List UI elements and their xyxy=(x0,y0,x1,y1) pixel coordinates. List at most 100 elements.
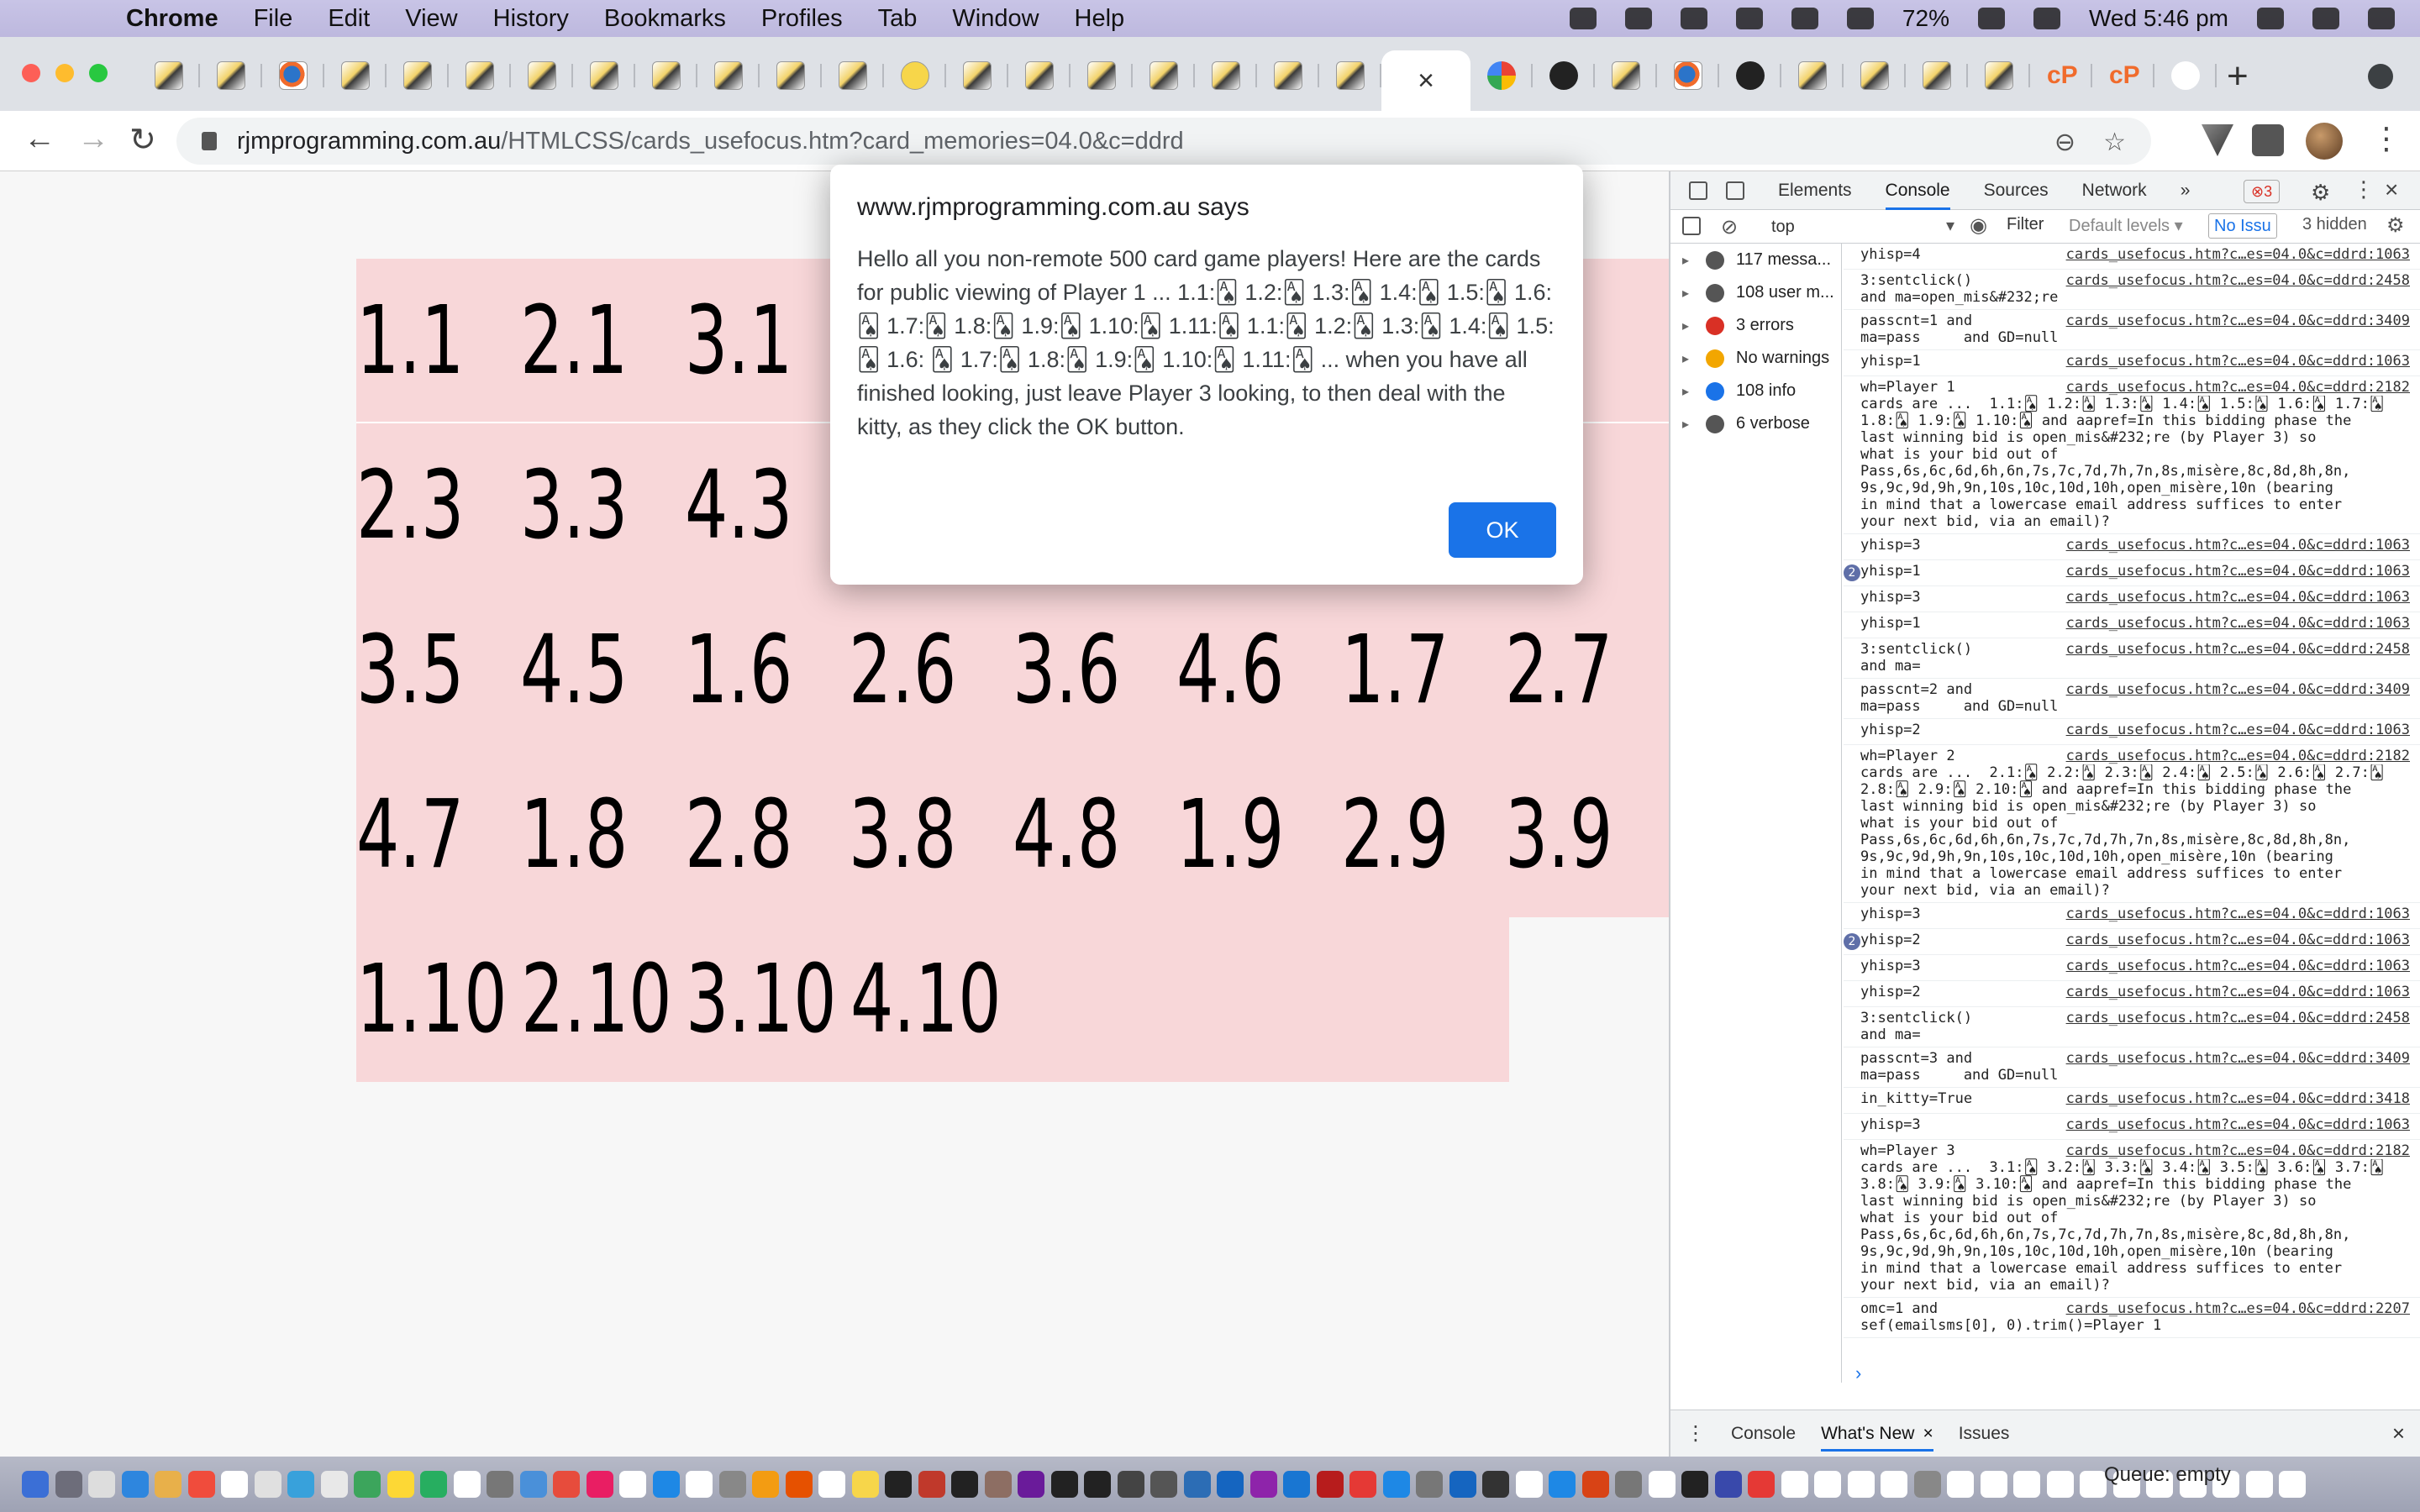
reload-icon[interactable]: ↻ xyxy=(129,121,156,159)
console-sidebar-item[interactable]: ▸ 117 messa... xyxy=(1670,244,1841,276)
device-toolbar-icon[interactable] xyxy=(1726,181,1744,200)
source-link[interactable]: cards_usefocus.htm?c…es=04.0&c=ddrd:1063 xyxy=(2062,722,2410,738)
dock-app-icon[interactable] xyxy=(1581,1471,1609,1498)
browser-tab[interactable] xyxy=(138,50,200,101)
dock-app-icon[interactable] xyxy=(1714,1471,1742,1498)
dock-app-icon[interactable] xyxy=(1018,1471,1044,1498)
card-label[interactable]: 1.7 xyxy=(1341,588,1460,753)
dock-app-icon[interactable] xyxy=(187,1471,215,1498)
dock-app-icon[interactable] xyxy=(519,1471,547,1498)
console-prompt[interactable]: › xyxy=(1844,1362,1861,1384)
expand-arrow-icon[interactable]: ▸ xyxy=(1682,383,1701,400)
menu-bookmarks[interactable]: Bookmarks xyxy=(604,5,726,33)
expand-arrow-icon[interactable]: ▸ xyxy=(1682,252,1701,269)
zoom-icon[interactable]: ⊖ xyxy=(2054,128,2075,157)
log-levels-dropdown[interactable]: Default levels ▾ xyxy=(2069,215,2183,236)
address-bar[interactable]: rjmprogramming.com.au/HTMLCSS/cards_usef… xyxy=(176,118,2151,165)
dock-app-icon[interactable] xyxy=(1416,1471,1443,1498)
browser-tab[interactable] xyxy=(1071,50,1133,101)
filter-input[interactable]: Filter xyxy=(2007,215,2044,234)
dock-app-icon[interactable] xyxy=(1150,1471,1177,1498)
dock-app-icon[interactable] xyxy=(55,1471,82,1498)
browser-tab[interactable] xyxy=(1657,50,1719,101)
dock-app-icon[interactable] xyxy=(752,1471,779,1498)
source-link[interactable]: cards_usefocus.htm?c…es=04.0&c=ddrd:2182 xyxy=(2062,748,2410,764)
dock-app-icon[interactable] xyxy=(984,1471,1012,1498)
dock-app-icon[interactable] xyxy=(420,1471,447,1498)
dock-app-icon[interactable] xyxy=(1183,1471,1211,1498)
context-selector[interactable]: top xyxy=(1765,215,1941,239)
expand-arrow-icon[interactable]: ▸ xyxy=(1682,285,1701,302)
console-sidebar-item[interactable]: ▸ 3 errors xyxy=(1670,309,1841,342)
console-sidebar-item[interactable]: ▸ 108 info xyxy=(1670,375,1841,407)
dock-app-icon[interactable] xyxy=(1316,1471,1344,1498)
menu-profiles[interactable]: Profiles xyxy=(761,5,843,33)
bluetooth-icon[interactable] xyxy=(1735,8,1763,29)
dock-app-icon[interactable] xyxy=(254,1471,281,1498)
browser-tab[interactable] xyxy=(697,50,760,101)
source-link[interactable]: cards_usefocus.htm?c…es=04.0&c=ddrd:2207 xyxy=(2062,1300,2410,1317)
tab-network[interactable]: Network xyxy=(2082,181,2147,201)
browser-tab[interactable] xyxy=(1968,50,2030,101)
dock-app-icon[interactable] xyxy=(718,1471,746,1498)
dock-app-icon[interactable] xyxy=(1349,1471,1376,1498)
menu-edit[interactable]: Edit xyxy=(328,5,370,33)
battery-percent[interactable]: 72% xyxy=(1902,5,1949,32)
dock-app-icon[interactable] xyxy=(221,1471,248,1498)
siri-icon[interactable] xyxy=(2312,8,2339,29)
close-devtools-icon[interactable]: × xyxy=(2385,176,2398,203)
zoom-window-button[interactable] xyxy=(89,64,108,82)
card-label[interactable]: 1.8 xyxy=(520,753,639,917)
source-link[interactable]: cards_usefocus.htm?c…es=04.0&c=ddrd:2458 xyxy=(2062,272,2410,289)
dock-app-icon[interactable] xyxy=(1549,1471,1576,1498)
close-window-button[interactable] xyxy=(22,64,40,82)
menu-history[interactable]: History xyxy=(493,5,569,33)
browser-tab[interactable] xyxy=(1195,50,1257,101)
source-link[interactable]: cards_usefocus.htm?c…es=04.0&c=ddrd:2182 xyxy=(2062,1142,2410,1159)
browser-tab[interactable] xyxy=(1906,50,1968,101)
browser-tab[interactable] xyxy=(1133,50,1195,101)
dock-app-icon[interactable] xyxy=(1283,1471,1310,1498)
expand-arrow-icon[interactable]: ▸ xyxy=(1682,318,1701,334)
card-label[interactable]: 4.7 xyxy=(356,753,475,917)
extension-icon[interactable] xyxy=(2202,124,2233,156)
dock-app-icon[interactable] xyxy=(1050,1471,1078,1498)
drawer-tab-console[interactable]: Console xyxy=(1731,1424,1796,1444)
gear-icon[interactable]: ⚙ xyxy=(2311,180,2330,206)
card-label[interactable]: 2.3 xyxy=(356,423,475,588)
chrome-menu-icon[interactable]: ⋮ xyxy=(2371,121,2402,156)
browser-tab[interactable] xyxy=(822,50,884,101)
dock-app-icon[interactable] xyxy=(1648,1471,1676,1498)
spotlight-search-icon[interactable] xyxy=(2257,8,2284,29)
dock-app-icon[interactable] xyxy=(22,1471,49,1498)
dock-app-icon[interactable] xyxy=(1217,1471,1244,1498)
browser-tab[interactable] xyxy=(200,50,262,101)
dock-app-icon[interactable] xyxy=(2046,1471,2074,1498)
dock-app-icon[interactable] xyxy=(1615,1471,1642,1498)
tab-sources[interactable]: Sources xyxy=(1984,181,2049,201)
dock-app-icon[interactable] xyxy=(586,1471,613,1498)
browser-tab[interactable] xyxy=(946,50,1008,101)
dock-app-icon[interactable] xyxy=(1482,1471,1509,1498)
dock-app-icon[interactable] xyxy=(1980,1471,2007,1498)
card-label[interactable]: 3.5 xyxy=(356,588,475,753)
expand-arrow-icon[interactable]: ▸ xyxy=(1682,416,1701,433)
dock-app-icon[interactable] xyxy=(354,1471,381,1498)
dock-app-icon[interactable] xyxy=(155,1471,182,1498)
card-label[interactable]: 4.6 xyxy=(1176,588,1295,753)
new-tab-button[interactable]: + xyxy=(2227,55,2249,97)
dock-app-icon[interactable] xyxy=(453,1471,481,1498)
forward-arrow-icon[interactable]: → xyxy=(77,121,109,157)
browser-tab[interactable] xyxy=(635,50,697,101)
card-label[interactable]: 3.8 xyxy=(849,753,967,917)
battery-icon[interactable] xyxy=(1977,8,2005,29)
dock-app-icon[interactable] xyxy=(851,1471,879,1498)
inspect-element-icon[interactable] xyxy=(1689,181,1707,200)
dock-app-icon[interactable] xyxy=(2080,1471,2107,1498)
volume-icon[interactable] xyxy=(1846,8,1874,29)
browser-tab[interactable] xyxy=(1719,50,1781,101)
source-link[interactable]: cards_usefocus.htm?c…es=04.0&c=ddrd:3409 xyxy=(2062,312,2410,329)
dock-app-icon[interactable] xyxy=(1781,1471,1808,1498)
clear-console-icon[interactable]: ⊘ xyxy=(1721,215,1738,239)
card-label[interactable]: 3.3 xyxy=(520,423,639,588)
